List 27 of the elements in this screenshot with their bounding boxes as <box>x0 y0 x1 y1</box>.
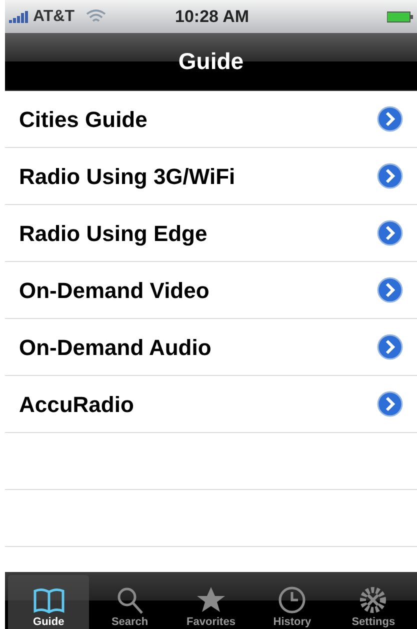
book-icon <box>32 587 66 615</box>
disclosure-icon[interactable] <box>377 220 403 246</box>
signal-icon <box>9 10 29 22</box>
list-item[interactable]: AccuRadio <box>5 376 417 433</box>
wifi-icon <box>86 9 106 24</box>
disclosure-icon[interactable] <box>377 277 403 303</box>
clock-icon <box>277 585 308 615</box>
carrier-label: AT&T <box>33 6 74 26</box>
disclosure-icon[interactable] <box>377 391 403 417</box>
tab-bar-item[interactable]: Guide <box>8 575 90 629</box>
list-item[interactable]: Radio Using 3G/WiFi <box>5 148 417 205</box>
navigation-title: Guide <box>178 47 244 76</box>
tab-bar-item[interactable]: Settings <box>332 575 414 629</box>
list-item[interactable]: Cities Guide <box>5 91 417 148</box>
list-item[interactable]: On-Demand Video <box>5 262 417 319</box>
tab-bar-item[interactable]: Favorites <box>170 575 252 629</box>
gear-icon <box>358 585 388 615</box>
tab-bar-item[interactable]: Search <box>89 575 170 629</box>
disclosure-icon[interactable] <box>377 334 403 360</box>
battery-icon <box>387 10 413 22</box>
time-label: 10:28 AM <box>175 6 250 28</box>
list-item[interactable]: Radio Using Edge <box>5 205 417 262</box>
list-item[interactable]: On-Demand Audio <box>5 319 417 376</box>
tab-bar-item[interactable]: History <box>252 575 333 629</box>
disclosure-icon[interactable] <box>377 106 403 132</box>
star-icon <box>196 585 226 615</box>
disclosure-icon[interactable] <box>377 163 403 189</box>
